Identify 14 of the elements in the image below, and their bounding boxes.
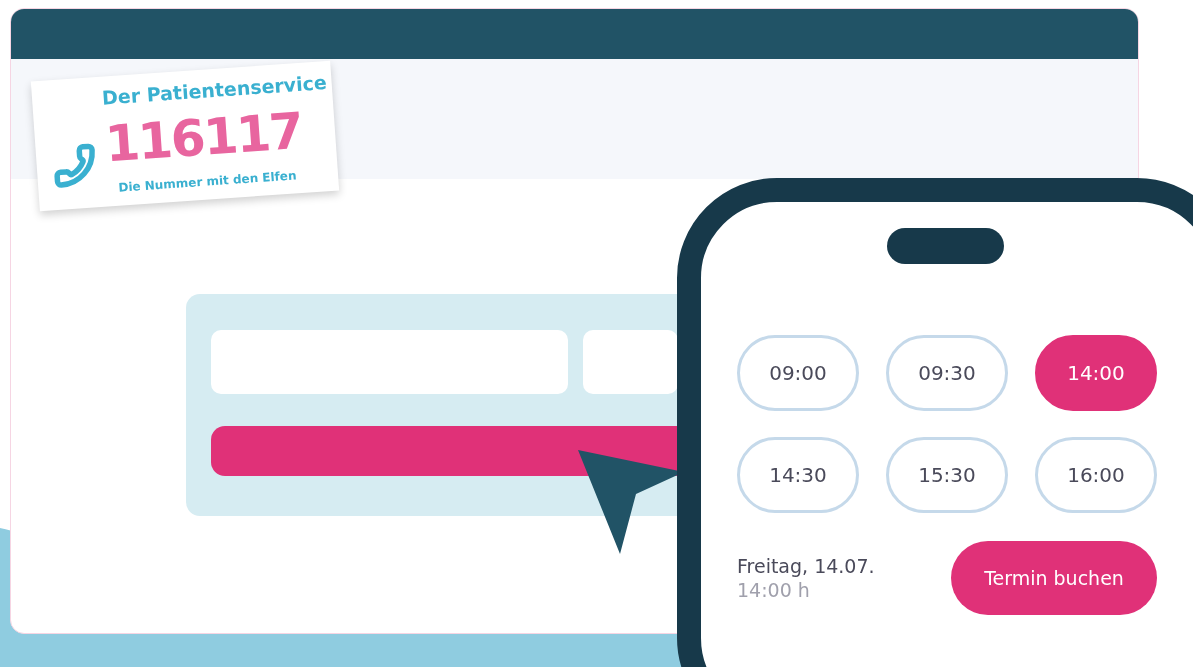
- logo-tagline: Der Patientenservice: [101, 71, 329, 111]
- input-field[interactable]: [583, 330, 678, 394]
- appointment-date: Freitag, 14.07.: [737, 555, 875, 577]
- logo-slogan: Die Nummer mit den Elfen: [117, 167, 298, 197]
- book-button[interactable]: Termin buchen: [951, 541, 1157, 615]
- appointment-time: 14:00 h: [737, 579, 811, 601]
- submit-button[interactable]: [211, 426, 678, 476]
- time-slot-button[interactable]: 14:00: [1035, 335, 1157, 411]
- input-field[interactable]: [211, 330, 568, 394]
- time-slot-button[interactable]: 09:00: [737, 335, 859, 411]
- time-slot-button[interactable]: 09:30: [886, 335, 1008, 411]
- time-slot-button[interactable]: 15:30: [886, 437, 1008, 513]
- time-slot-button[interactable]: 14:30: [737, 437, 859, 513]
- time-slot-button[interactable]: 16:00: [1035, 437, 1157, 513]
